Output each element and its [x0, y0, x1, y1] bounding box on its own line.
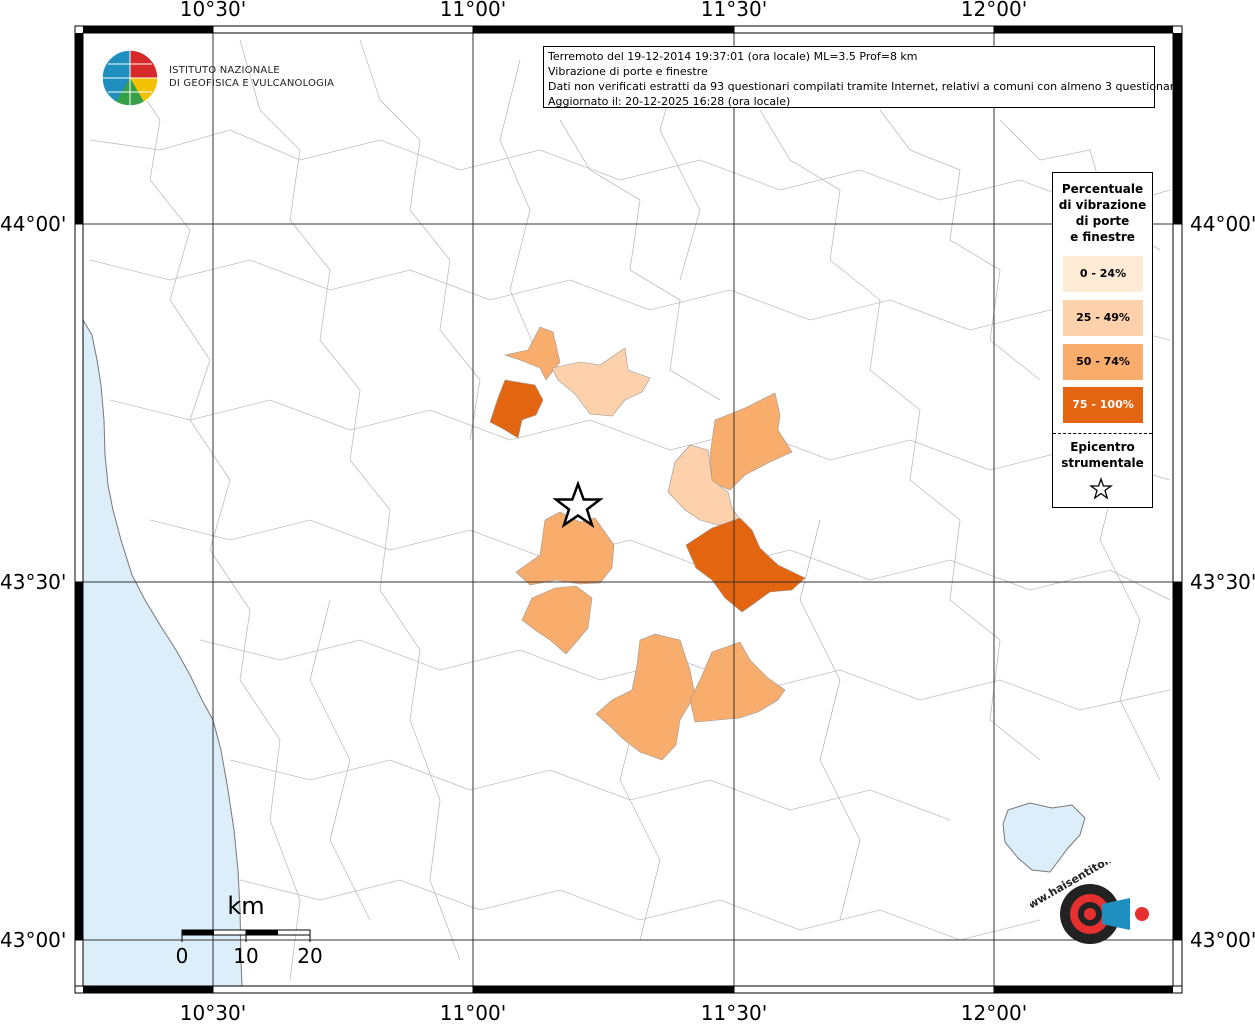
haisentito-logo: www.haisentitoilterremoto.it [1030, 862, 1162, 944]
event-info-line: Terremoto del 19-12-2014 19:37:01 (ora l… [548, 50, 918, 63]
scale-tick-label: 10 [233, 944, 258, 968]
legend-separator [1053, 433, 1152, 434]
ingv-name: ISTITUTO NAZIONALE DI GEOFISICA E VULCAN… [169, 64, 334, 90]
lat-label-left: 43°30' [0, 570, 66, 594]
event-info-line: Aggiornato il: 20-12-2025 16:28 (ora loc… [548, 95, 791, 108]
ingv-name-line: ISTITUTO NAZIONALE [169, 65, 280, 76]
legend-swatch: 0 - 24% [1063, 256, 1143, 292]
scale-unit: km [227, 892, 264, 920]
event-info-line: Vibrazione di porte e finestre [548, 65, 708, 78]
lat-label-left: 44°00' [0, 212, 66, 236]
event-info-line: Dati non verificati estratti da 93 quest… [548, 80, 1181, 93]
lon-label-bottom: 10°30' [180, 1001, 246, 1024]
scale-tick-label: 20 [297, 944, 322, 968]
legend-title-line: Percentuale [1061, 182, 1144, 196]
event-info-box: Terremoto del 19-12-2014 19:37:01 (ora l… [543, 46, 1181, 108]
lon-label-bottom: 11°00' [440, 1001, 506, 1024]
legend-epicenter-line: strumentale [1061, 456, 1144, 470]
lon-label-bottom: 11°30' [701, 1001, 767, 1024]
legend-swatch: 75 - 100% [1063, 387, 1143, 423]
legend-title-line: e finestre [1070, 230, 1135, 244]
lon-label-bottom: 12°00' [961, 1001, 1027, 1024]
legend-swatch: 25 - 49% [1063, 300, 1143, 336]
lon-label-top: 10°30' [180, 0, 246, 21]
legend-title-line: di porte [1075, 214, 1130, 228]
lon-label-top: 11°30' [701, 0, 767, 21]
lat-label-right: 43°30' [1190, 570, 1255, 594]
ingv-name-line: DI GEOFISICA E VULCANOLOGIA [169, 78, 335, 89]
lon-label-top: 12°00' [961, 0, 1027, 21]
scale-tick-label: 0 [176, 944, 189, 968]
legend-epicenter: Epicentro strumentale [1053, 439, 1152, 471]
lat-label-right: 44°00' [1190, 212, 1255, 236]
legend-epicenter-line: Epicentro [1070, 440, 1135, 454]
star-icon [1089, 477, 1113, 500]
legend: Percentuale di vibrazione di porte e fin… [1052, 172, 1153, 508]
lon-label-top: 11°00' [440, 0, 506, 21]
lat-label-right: 43°00' [1190, 928, 1255, 952]
legend-swatch: 50 - 74% [1063, 344, 1143, 380]
lat-label-left: 43°00' [0, 928, 66, 952]
legend-title-line: di vibrazione [1058, 198, 1147, 212]
legend-title: Percentuale di vibrazione di porte e fin… [1053, 181, 1152, 245]
